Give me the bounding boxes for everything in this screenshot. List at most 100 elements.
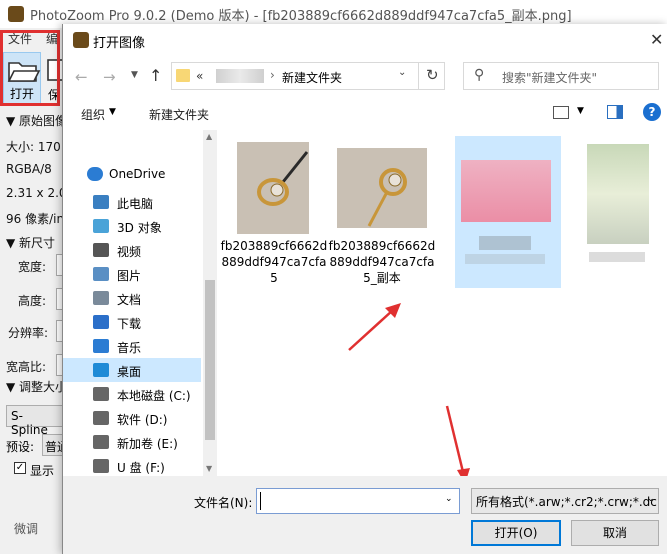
- back-arrow-icon[interactable]: ←: [75, 68, 88, 86]
- nav-item-label: U 盘 (F:): [117, 461, 165, 475]
- download-icon: [93, 315, 109, 329]
- nav-item[interactable]: 本地磁盘 (C:): [63, 382, 201, 406]
- drive-icon: [93, 411, 109, 425]
- show-label: 显示: [30, 464, 55, 478]
- blurred-name: [589, 252, 645, 262]
- preset-label: 预设:: [6, 440, 35, 454]
- view-options-icon[interactable]: [553, 106, 569, 119]
- filter-chevron-down-icon[interactable]: ⌄: [647, 494, 655, 504]
- address-chevron-down-icon[interactable]: ⌄: [398, 67, 406, 78]
- blurred-thumbnail: [461, 160, 551, 222]
- chevron-down-icon[interactable]: ▼: [131, 70, 138, 80]
- show-checkbox[interactable]: ✓: [14, 462, 26, 474]
- nav-item[interactable]: 视频: [63, 238, 201, 262]
- nav-scroll-thumb[interactable]: [205, 280, 215, 440]
- nav-item[interactable]: 下载: [63, 310, 201, 334]
- film-icon: [93, 243, 109, 257]
- refresh-icon[interactable]: ↻: [426, 66, 439, 84]
- search-placeholder: 搜索"新建文件夹": [502, 71, 598, 85]
- cancel-button[interactable]: 取消: [571, 520, 659, 546]
- forward-arrow-icon[interactable]: →: [103, 68, 116, 86]
- nav-item[interactable]: 文档: [63, 286, 201, 310]
- view-chevron-down-icon[interactable]: ▼: [577, 106, 584, 116]
- width-label: 宽度:: [18, 260, 47, 274]
- file-item-blurred-selected[interactable]: [455, 136, 561, 288]
- original-resolution: 96 像素/in: [6, 212, 65, 226]
- dialog-footer: 文件名(N): ⌄ 所有格式(*.arw;*.cr2;*.crw;*.dc ⌄ …: [63, 476, 667, 554]
- resize-header[interactable]: ▼ 调整大小: [6, 378, 67, 395]
- file-name: fb203889cf6662d889ddf947ca7cfa5: [220, 239, 328, 285]
- blurred-thumbnail: [587, 144, 649, 244]
- new-size-header[interactable]: ▼ 新尺寸: [6, 234, 55, 251]
- usb-drive-icon: [93, 459, 109, 473]
- address-current-folder[interactable]: 新建文件夹: [282, 69, 342, 86]
- open-tool-highlight: [0, 30, 60, 106]
- nav-item[interactable]: 新加卷 (E:): [63, 430, 201, 454]
- nav-item[interactable]: 桌面: [63, 358, 201, 382]
- nav-item-label: 3D 对象: [117, 221, 162, 235]
- original-size: 大小: 170.: [6, 140, 65, 154]
- nav-item[interactable]: 音乐: [63, 334, 201, 358]
- file-item-blurred[interactable]: [585, 136, 667, 276]
- desktop-icon: [93, 363, 109, 377]
- picture-icon: [93, 267, 109, 281]
- blurred-name: [479, 236, 531, 250]
- preview-pane-icon[interactable]: [607, 105, 623, 119]
- nav-scrollbar[interactable]: ▲ ▼: [203, 130, 217, 476]
- file-item[interactable]: fb203889cf6662d889ddf947ca7cfa5_副本: [327, 136, 437, 296]
- nav-item[interactable]: 图片: [63, 262, 201, 286]
- nav-item-label: 文档: [117, 293, 142, 307]
- folder-icon: [176, 69, 190, 82]
- app-left-panel: ▼ 原始图像 大小: 170. RGBA/8 2.31 x 2.0 96 像素/…: [0, 108, 67, 554]
- open-button[interactable]: 打开(O): [471, 520, 561, 546]
- nav-item[interactable]: U 盘 (F:): [63, 454, 201, 478]
- resize-method-select[interactable]: S-Spline: [6, 405, 64, 437]
- close-icon[interactable]: ✕: [650, 30, 663, 49]
- computer-icon: [93, 195, 109, 209]
- file-item[interactable]: fb203889cf6662d889ddf947ca7cfa5: [219, 136, 329, 296]
- nav-item-label: 音乐: [117, 341, 142, 355]
- cube-icon: [93, 219, 109, 233]
- cloud-icon: [87, 167, 103, 181]
- music-icon: [93, 339, 109, 353]
- filename-input[interactable]: [256, 488, 460, 514]
- original-image-header[interactable]: ▼ 原始图像: [6, 112, 67, 129]
- organize-button[interactable]: 组织: [81, 106, 105, 123]
- original-color: RGBA/8: [6, 162, 52, 176]
- up-arrow-icon[interactable]: ↑: [149, 66, 162, 85]
- new-folder-button[interactable]: 新建文件夹: [149, 106, 209, 123]
- nav-item[interactable]: OneDrive: [63, 162, 201, 186]
- scroll-up-icon[interactable]: ▲: [206, 132, 212, 141]
- app-title: PhotoZoom Pro 9.0.2 (Demo 版本) - [fb20388…: [30, 9, 572, 24]
- help-icon[interactable]: ?: [643, 103, 661, 121]
- organize-chevron-down-icon[interactable]: ▼: [109, 107, 116, 117]
- address-separator[interactable]: ›: [270, 68, 275, 82]
- address-blurred-segment: [216, 69, 264, 83]
- document-icon: [93, 291, 109, 305]
- address-bar[interactable]: « › 新建文件夹 ⌄ ↻: [171, 62, 445, 90]
- nav-item-label: 下载: [117, 317, 142, 331]
- nav-item-label: 图片: [117, 269, 142, 283]
- scroll-down-icon[interactable]: ▼: [206, 464, 212, 473]
- nav-item-label: 新加卷 (E:): [117, 437, 178, 451]
- preset-select[interactable]: 普通: [42, 434, 64, 456]
- blurred-name: [465, 254, 545, 264]
- height-label: 高度:: [18, 294, 47, 308]
- drive-icon: [93, 387, 109, 401]
- nav-item-label: 软件 (D:): [117, 413, 168, 427]
- original-dimensions: 2.31 x 2.0: [6, 186, 67, 200]
- nav-item[interactable]: 此电脑: [63, 190, 201, 214]
- resolution-label: 分辨率:: [8, 326, 49, 340]
- file-name: fb203889cf6662d889ddf947ca7cfa5_副本: [328, 239, 436, 285]
- command-bar: 组织 ▼ 新建文件夹 ▼ ?: [63, 98, 667, 130]
- search-input[interactable]: ⚲ 搜索"新建文件夹": [463, 62, 659, 90]
- filename-label: 文件名(N):: [194, 496, 253, 510]
- address-overflow[interactable]: «: [196, 69, 203, 83]
- nav-item[interactable]: 软件 (D:): [63, 406, 201, 430]
- file-type-select[interactable]: 所有格式(*.arw;*.cr2;*.crw;*.dc: [471, 488, 659, 514]
- address-divider: [418, 63, 419, 89]
- aspect-label: 宽高比:: [6, 360, 47, 374]
- text-caret: [260, 492, 261, 510]
- filename-chevron-down-icon[interactable]: ⌄: [445, 494, 453, 504]
- nav-item[interactable]: 3D 对象: [63, 214, 201, 238]
